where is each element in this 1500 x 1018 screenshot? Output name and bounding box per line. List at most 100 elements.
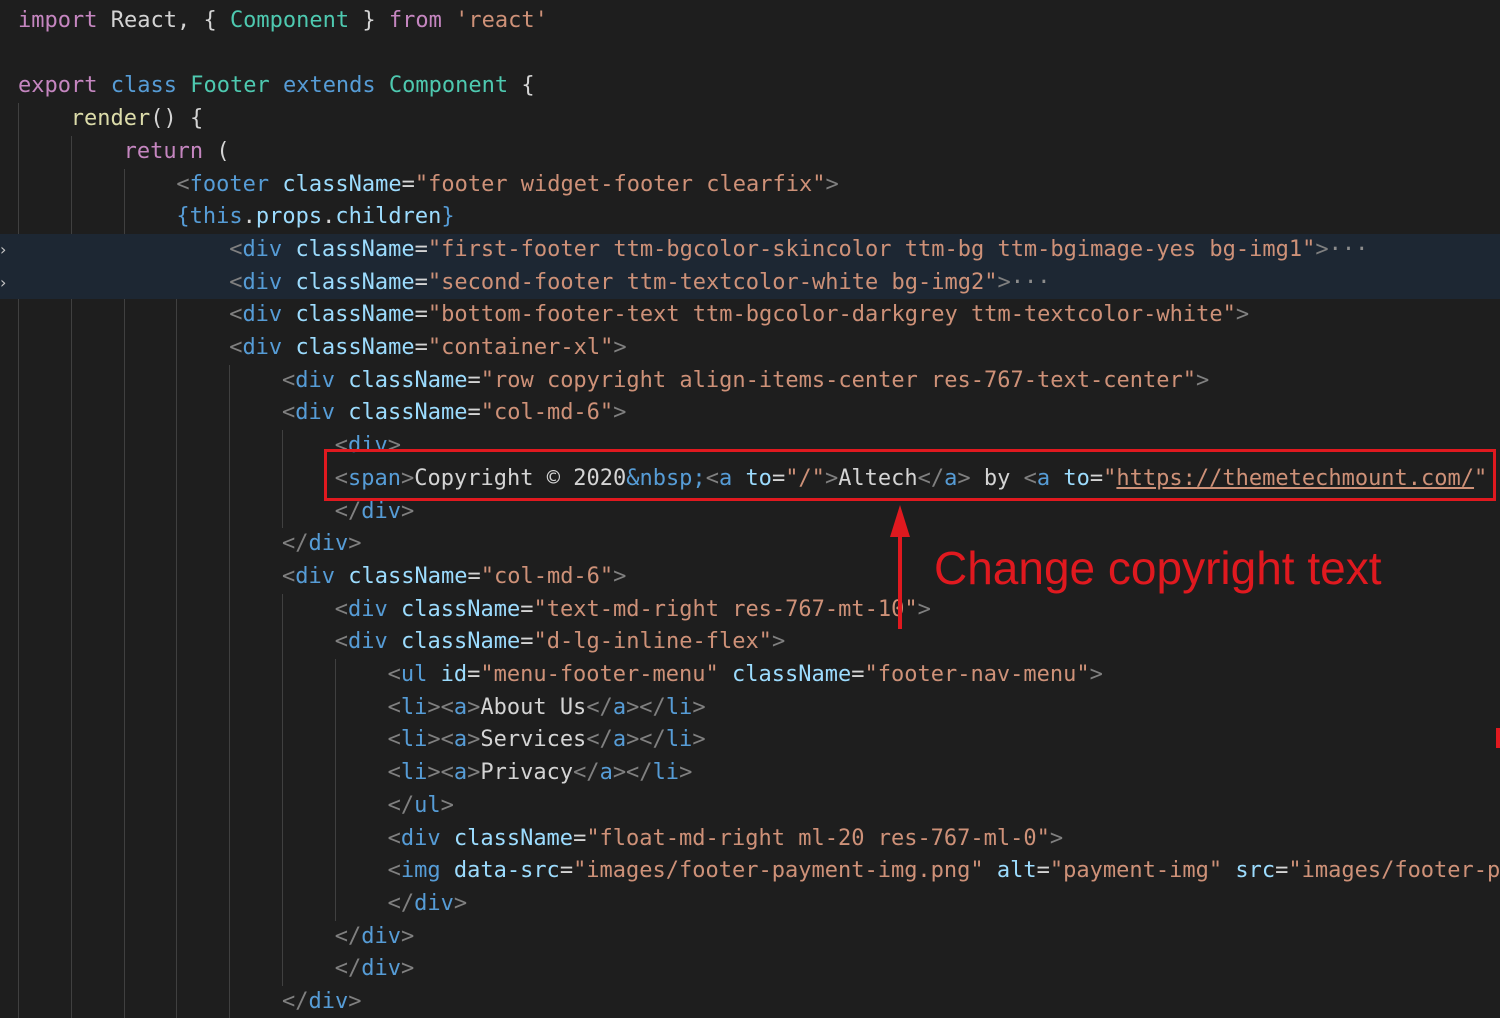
code-token: className [732, 662, 852, 687]
code-line[interactable]: {this.props.children} [0, 201, 1500, 234]
code-token: ( [203, 138, 230, 164]
code-token: } [441, 204, 455, 230]
code-token: className [401, 629, 521, 655]
code-token: li [665, 694, 693, 720]
code-token: div [242, 269, 283, 295]
code-token: return [123, 138, 204, 164]
code-line[interactable]: </div> [0, 986, 1500, 1018]
code-token: = [467, 662, 481, 687]
code-token: div [242, 335, 283, 360]
code-line[interactable]: </ul> [0, 790, 1500, 823]
code-token: id [440, 662, 468, 687]
code-token: div [295, 367, 335, 393]
code-token: div [242, 302, 283, 328]
code-token: className [348, 400, 468, 426]
code-token: footer [189, 171, 270, 197]
code-token: = [467, 400, 481, 426]
code-token: Services [480, 727, 587, 753]
code-line[interactable]: <div className="float-md-right ml-20 res… [0, 823, 1500, 856]
code-token: this [189, 204, 243, 230]
code-token: img [400, 858, 441, 884]
code-line[interactable]: <div className="bottom-footer-text ttm-b… [0, 299, 1500, 332]
code-token: </ [334, 956, 362, 982]
code-line[interactable]: <div className="row copyright align-item… [0, 365, 1500, 398]
code-token: a [612, 727, 627, 753]
code-token: > [613, 400, 627, 426]
code-token: li [400, 727, 428, 753]
code-token: 'react' [455, 8, 548, 33]
code-token: = [1275, 858, 1289, 884]
code-line[interactable] [0, 38, 1500, 71]
code-line[interactable]: <footer className="footer widget-footer … [0, 169, 1500, 202]
code-token: li [652, 760, 680, 786]
chevron-right-icon[interactable]: › [0, 234, 10, 267]
code-token: div [308, 989, 349, 1014]
code-token: li [400, 760, 428, 786]
code-token: div [348, 629, 388, 655]
code-token: = [414, 269, 428, 295]
code-token: "payment-img" [1049, 858, 1223, 884]
code-token: = [414, 302, 428, 328]
code-token: </ [334, 498, 362, 524]
code-token: > [401, 498, 415, 524]
code-token: "images/footer-payment-img.png" [573, 858, 984, 884]
code-token: li [400, 694, 428, 720]
code-token: children [335, 204, 442, 230]
code-token: className [295, 335, 415, 360]
code-line[interactable]: <div className="container-xl"> [0, 332, 1500, 365]
code-token: () { [150, 106, 204, 132]
code-token: a [612, 694, 627, 720]
code-token: "text-md-right res-767-mt-10" [533, 596, 918, 622]
code-token: > [679, 760, 693, 786]
code-token: a [453, 760, 468, 786]
code-token: > [440, 792, 454, 818]
code-line[interactable]: </div> [0, 888, 1500, 921]
code-token: ul [400, 662, 428, 687]
code-token: "col-md-6" [480, 400, 614, 426]
code-line[interactable]: <img data-src="images/footer-payment-img… [0, 855, 1500, 888]
code-line[interactable]: <li><a>About Us</a></li> [0, 692, 1500, 725]
code-token: = [414, 335, 428, 360]
code-line[interactable]: </div> [0, 921, 1500, 954]
code-token: > [825, 171, 839, 197]
folded-code-line[interactable]: <div className="first-footer ttm-bgcolor… [0, 233, 1500, 267]
code-token: ></ [626, 727, 666, 753]
code-line[interactable]: <div className="col-md-6"> [0, 397, 1500, 430]
code-token: < [229, 269, 243, 295]
code-editor[interactable]: import React, { Component } from 'react'… [0, 0, 1500, 1018]
code-token: < [387, 694, 401, 720]
code-token: = [414, 236, 428, 262]
code-token: div [242, 236, 283, 262]
code-line[interactable]: <ul id="menu-footer-menu" className="foo… [0, 659, 1500, 692]
code-token: </ [387, 792, 415, 818]
code-line[interactable]: export class Footer extends Component { [0, 70, 1500, 103]
code-token: "container-xl" [427, 335, 614, 360]
code-line[interactable]: <div className="text-md-right res-767-mt… [0, 594, 1500, 627]
code-line[interactable]: return ( [0, 136, 1500, 169]
code-line[interactable]: render() { [0, 103, 1500, 136]
code-token: div [414, 890, 454, 916]
code-token: "footer-nav-menu" [864, 662, 1090, 687]
code-token: import [18, 8, 98, 33]
code-token: className [348, 563, 468, 589]
code-token: "float-md-right ml-20 res-767-ml-0" [586, 825, 1050, 851]
code-line[interactable]: <div className="d-lg-inline-flex"> [0, 626, 1500, 659]
code-line[interactable]: </div> [0, 953, 1500, 986]
chevron-right-icon[interactable]: › [0, 267, 10, 300]
code-line[interactable]: <li><a>Services</a></li> [0, 724, 1500, 757]
folded-code-line[interactable]: <div className="second-footer ttm-textco… [0, 266, 1500, 300]
code-line[interactable]: <li><a>Privacy</a></li> [0, 757, 1500, 790]
code-token: = [573, 825, 587, 851]
code-token: props [255, 204, 323, 230]
code-token: div [361, 498, 402, 524]
code-token: li [665, 727, 693, 753]
code-line[interactable]: import React, { Component } from 'react' [0, 5, 1500, 38]
code-token: extends [282, 73, 376, 99]
